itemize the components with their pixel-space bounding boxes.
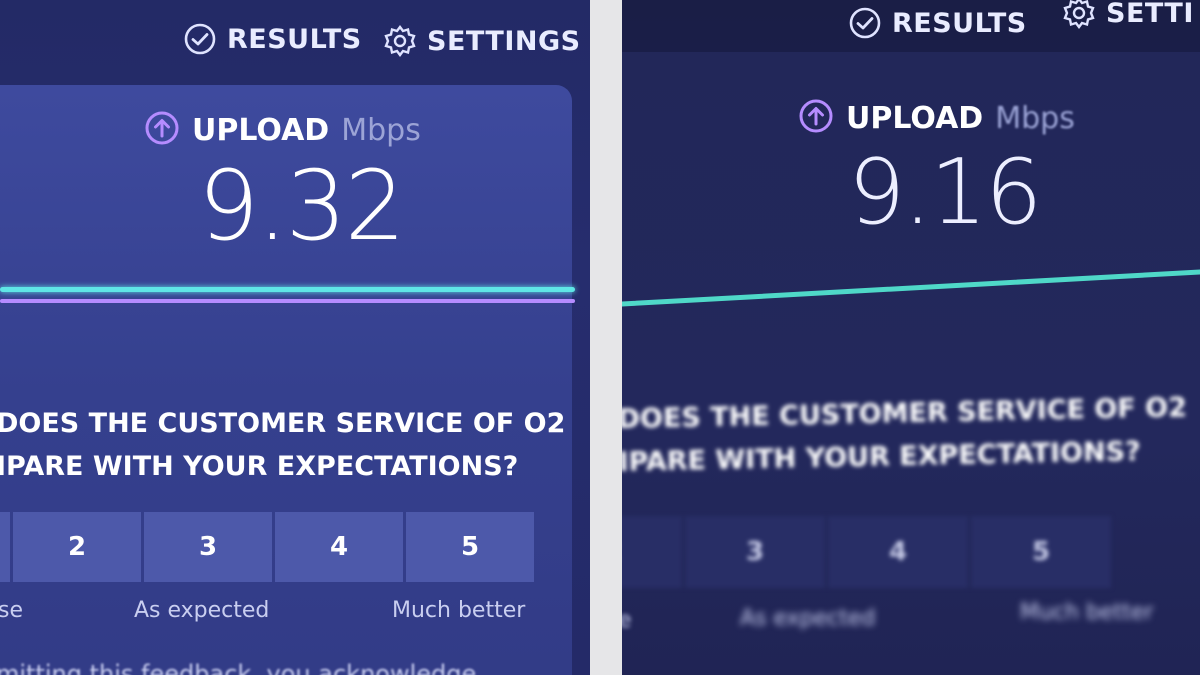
upload-speed-value: 9.16 [848,140,1042,245]
upload-arrow-icon [798,98,834,138]
rating-label: 3 [198,532,218,562]
upload-unit: Mbps [341,112,421,148]
rating-option-5[interactable]: 5 [406,512,534,582]
upload-unit: Mbps [995,100,1075,136]
scale-mid-label: As expected [134,598,270,623]
rating-scale: 2 3 4 5 [0,512,534,582]
survey-question: DOES THE CUSTOMER SERVICE OF O2 IPARE WI… [0,402,565,488]
scale-high-label: Much better [392,598,526,623]
right-panel: RESULTS SETTI UPLOAD Mbps 9.16 DOES THE … [622,0,1200,675]
survey-question: DOES THE CUSTOMER SERVICE OF O2 IPARE WI… [622,386,1188,484]
results-nav[interactable]: RESULTS [848,6,1027,40]
settings-nav[interactable]: SETTINGS [383,24,581,58]
split-divider [590,0,622,675]
settings-nav[interactable]: SETTI [1062,0,1194,30]
check-circle-icon [848,6,882,40]
upload-header: UPLOAD Mbps [798,98,1075,138]
rating-scale: 2 3 4 5 [622,516,1111,588]
scale-high-label: Much better [1020,600,1154,625]
gear-icon [383,24,417,58]
gear-icon [1062,0,1096,30]
upload-graph-purple-line [0,299,575,303]
upload-header: UPLOAD Mbps [144,110,421,150]
question-line-2: IPARE WITH YOUR EXPECTATIONS? [0,451,519,482]
upload-label: UPLOAD [846,100,984,136]
rating-label: 4 [888,537,908,567]
scale-mid-label: As expected [740,606,876,631]
rating-label: 3 [745,537,765,567]
upload-speed-value: 9.32 [198,150,406,262]
rating-option-3[interactable]: 3 [685,516,825,588]
rating-label: 5 [460,532,480,562]
results-label: RESULTS [892,7,1027,39]
rating-label: 4 [329,532,349,562]
rating-option-4[interactable]: 4 [828,516,968,588]
upload-label: UPLOAD [192,112,330,148]
rating-option-4[interactable]: 4 [275,512,403,582]
question-line-1: DOES THE CUSTOMER SERVICE OF O2 [0,408,566,439]
upload-graph-cyan-line [0,287,575,292]
rating-label: 2 [67,532,87,562]
rating-label: 5 [1031,537,1051,567]
rating-option-2[interactable]: 2 [622,516,682,588]
results-nav[interactable]: RESULTS [183,22,362,56]
settings-label: SETTINGS [427,25,581,57]
results-label: RESULTS [227,23,362,55]
check-circle-icon [183,22,217,56]
rating-option-3[interactable]: 3 [144,512,272,582]
feedback-disclaimer: mitting this feedback, you acknowledge [0,660,477,675]
rating-option-1[interactable] [0,512,10,582]
left-panel: RESULTS SETTINGS UPLOAD Mbps 9.32 DOES T… [0,0,590,675]
settings-label: SETTI [1106,0,1194,29]
scale-low-label: se [0,598,23,623]
upload-arrow-icon [144,110,180,150]
scale-low-label: e [622,608,632,633]
rating-option-2[interactable]: 2 [13,512,141,582]
upload-graph-line [622,269,1200,307]
rating-option-5[interactable]: 5 [971,516,1111,588]
